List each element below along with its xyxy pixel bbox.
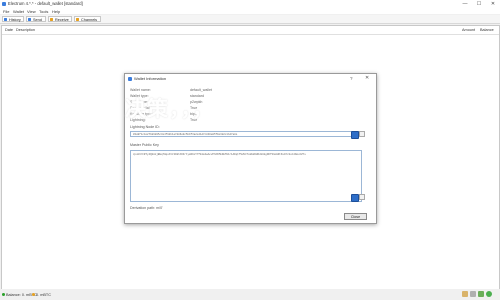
lightning-status[interactable]: 0. mBTC [32,293,51,297]
channels-icon [76,18,80,22]
title-bar: Electrum 4.*.* - default_wallet [standar… [0,0,500,8]
close-button[interactable]: Close [344,213,367,220]
column-description[interactable]: Description [16,28,35,32]
tab-history-label: History [9,18,21,22]
master-public-key-field[interactable]: zpub6rFR7y4Q2AijBEqTUquhVz398htDFrtymD9x… [130,150,362,202]
preferences-icon[interactable] [470,291,476,297]
copy-mpk-icon[interactable] [351,194,359,202]
menu-bar: File Wallet View Tools Help [0,8,500,14]
copy-node-id-icon[interactable] [351,131,359,139]
lightning-icon [32,293,35,296]
column-balance[interactable]: Balance [480,28,494,32]
derivation-path: Derivation path: m/0' [130,206,163,210]
minimize-button[interactable]: — [460,0,470,8]
dialog-title-bar: Wallet Information ? ✕ [125,74,376,83]
tab-bar: History Send Receive Channels [0,15,500,24]
dialog-app-icon [128,76,132,81]
lightning-node-label: Lightning Node ID: [130,125,160,129]
window-title: Electrum 4.*.* - default_wallet [standar… [8,1,83,6]
mpk-qr-code-icon[interactable] [359,194,365,200]
dialog-close-x-button[interactable]: ✕ [365,75,369,81]
menu-tools[interactable]: Tools [39,9,48,14]
dialog-title: Wallet Information [134,76,167,82]
status-bar: Balance: 0. mBTC 0. mBTC [0,289,500,300]
history-icon [4,18,8,22]
seed-icon[interactable] [478,291,484,297]
main-window: Electrum 4.*.* - default_wallet [standar… [0,0,500,300]
tab-send-label: Send [33,18,42,22]
column-amount[interactable]: Amount [462,28,475,32]
receive-icon [50,18,54,22]
balance-dot-icon [2,293,5,296]
column-date[interactable]: Date [5,28,13,32]
menu-file[interactable]: File [3,9,9,14]
menu-wallet[interactable]: Wallet [13,9,24,14]
tab-channels-label: Channels [81,18,98,22]
electrum-app-icon [2,1,6,6]
table-header: Date Description Amount Balance [2,26,499,35]
tab-send[interactable]: Send [26,16,46,22]
lightning-node-id-field[interactable]: 03a9f1c4e27b86d05c3e4f92b1a7d86e0c5b9f3a… [130,131,362,137]
qr-code-icon[interactable] [359,131,365,137]
menu-view[interactable]: View [27,9,36,14]
help-button[interactable]: ? [350,76,353,81]
maximize-button[interactable]: ☐ [474,0,484,8]
overlay-watermark-text: 决策，，， [125,97,214,121]
wallet-lock-icon[interactable] [462,291,468,297]
tab-receive[interactable]: Receive [48,16,72,22]
info-value: default_wallet [190,88,212,92]
send-icon [28,18,32,22]
tab-history[interactable]: History [2,16,24,22]
tab-channels[interactable]: Channels [74,16,101,22]
info-label: Wallet name: [130,88,151,92]
close-window-button[interactable]: ✕ [488,0,498,8]
lightning-balance-text: 0. mBTC [36,292,51,297]
tab-receive-label: Receive [55,18,69,22]
menu-help[interactable]: Help [52,9,60,14]
network-status-icon[interactable] [486,291,492,297]
mpk-label: Master Public Key [130,143,159,147]
